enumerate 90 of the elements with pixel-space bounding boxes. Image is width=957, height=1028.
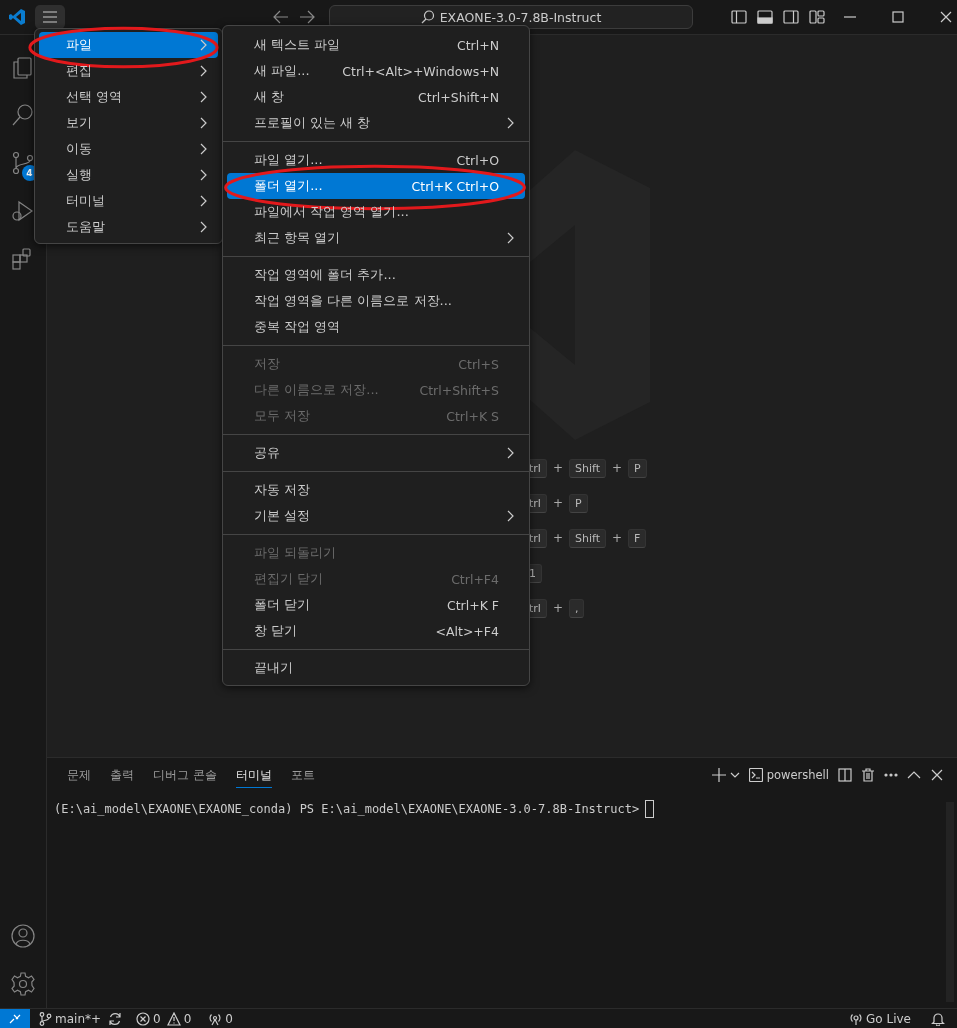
chevron-down-icon[interactable]	[729, 772, 740, 778]
chevron-right-icon	[200, 143, 208, 155]
chevron-right-icon	[200, 117, 208, 129]
terminal-cursor	[645, 800, 655, 818]
run-debug-icon[interactable]	[11, 199, 35, 223]
menu-item[interactable]: 중복 작업 영역	[227, 314, 525, 340]
menu-item[interactable]: 새 텍스트 파일 Ctrl+N	[227, 32, 525, 58]
go-live-button[interactable]: Go Live	[849, 1011, 911, 1026]
menu-item[interactable]: 터미널	[39, 188, 218, 214]
menu-item[interactable]: 창 닫기 <Alt>+F4	[227, 618, 525, 644]
menu-item[interactable]: 도움말	[39, 214, 218, 240]
plus-sign: +	[552, 531, 563, 545]
menu-item[interactable]: 보기	[39, 110, 218, 136]
ports-button[interactable]: 0	[208, 1011, 233, 1026]
menu-item[interactable]: 작업 영역에 폴더 추가...	[227, 262, 525, 288]
bell-icon[interactable]	[931, 1011, 945, 1026]
menu-item[interactable]: 실행	[39, 162, 218, 188]
command-search-field[interactable]: EXAONE-3.0-7.8B-Instruct	[329, 5, 693, 29]
arrow-right-icon[interactable]	[299, 10, 315, 24]
split-icon[interactable]	[838, 768, 852, 782]
chevron-right-icon	[200, 39, 208, 51]
problems-button[interactable]: 0 0	[136, 1011, 192, 1026]
panel-tab[interactable]: 포트	[290, 762, 315, 788]
plus-sign: +	[612, 531, 623, 545]
secondary-sidebar-layout-icon[interactable]	[783, 10, 799, 24]
branch-button[interactable]: main*+	[39, 1011, 102, 1026]
menu-item[interactable]: 파일	[39, 32, 218, 58]
menu-button[interactable]	[35, 5, 65, 29]
plus-sign: +	[552, 601, 563, 615]
chevron-right-icon	[200, 221, 208, 233]
trash-icon[interactable]	[861, 768, 875, 782]
branch-icon[interactable]	[11, 151, 35, 175]
panel-tab[interactable]: 터미널	[235, 762, 272, 788]
plus-sign: +	[552, 461, 563, 475]
plus-icon[interactable]	[711, 768, 726, 782]
key-cap: Shift	[568, 458, 606, 478]
menu-item[interactable]: 새 창 Ctrl+Shift+N	[227, 84, 525, 110]
terminal-prompt: (E:\ai_model\EXAONE\EXAONE_conda) PS E:\ai_model\EXAONE\EXAONE-3.0-7.8B-Instruct>	[54, 802, 640, 816]
key-cap: P	[628, 458, 647, 478]
files-icon[interactable]	[11, 55, 35, 79]
close-icon[interactable]	[939, 10, 953, 24]
terminal-profile-button[interactable]: powershell	[748, 768, 829, 782]
plus-sign: +	[612, 461, 623, 475]
key-cap: ,	[568, 598, 585, 618]
chevron-right-icon	[200, 65, 208, 77]
menu-item[interactable]: 공유	[227, 440, 525, 466]
menu-item[interactable]: 선택 영역	[39, 84, 218, 110]
remote-button[interactable]	[0, 1009, 30, 1028]
warning-icon	[166, 1011, 181, 1026]
panel-tab[interactable]: 문제	[67, 762, 91, 788]
menu-item[interactable]: 최근 항목 열기	[227, 225, 525, 251]
search-icon	[420, 10, 435, 24]
chevron-right-icon	[200, 169, 208, 181]
chevron-right-icon	[200, 91, 208, 103]
broadcast-icon	[849, 1011, 864, 1026]
key-cap: Shift	[568, 528, 606, 548]
account-icon[interactable]	[11, 924, 35, 948]
error-icon	[136, 1011, 151, 1026]
panel-layout-icon[interactable]	[757, 10, 773, 24]
remote-icon	[9, 1013, 21, 1024]
menu-item[interactable]: 편집	[39, 58, 218, 84]
key-cap: P	[568, 493, 588, 513]
menu-item[interactable]: 새 파일... Ctrl+<Alt>+Windows+N	[227, 58, 525, 84]
maximize-icon[interactable]	[891, 10, 905, 24]
plus-sign: +	[552, 496, 563, 510]
app-logo-icon	[9, 8, 25, 26]
panel-tab[interactable]: 디버그 콘솔	[153, 762, 217, 788]
menu-item[interactable]: 끝내기	[227, 655, 525, 681]
menu-item[interactable]: 자동 저장	[227, 477, 525, 503]
key-cap: F	[628, 528, 647, 548]
close-icon[interactable]	[930, 768, 944, 782]
chevron-right-icon	[200, 195, 208, 207]
menu-item[interactable]: 파일 열기... Ctrl+O	[227, 147, 525, 173]
menu-item[interactable]: 폴더 열기... Ctrl+K Ctrl+O	[227, 173, 525, 199]
menu-item[interactable]: 이동	[39, 136, 218, 162]
settings-icon[interactable]	[11, 972, 35, 996]
customize-layout-icon[interactable]	[809, 10, 825, 24]
menu-item[interactable]: 기본 설정	[227, 503, 525, 529]
panel-tab[interactable]: 출력	[110, 762, 134, 788]
search-icon[interactable]	[11, 103, 35, 127]
menu-item[interactable]: 작업 영역을 다른 이름으로 저장...	[227, 288, 525, 314]
menu-item[interactable]: 프로필이 있는 새 창	[227, 110, 525, 136]
terminal-icon	[748, 768, 763, 782]
branch-icon	[39, 1011, 52, 1026]
sidebar-layout-icon[interactable]	[731, 10, 747, 24]
arrow-left-icon[interactable]	[273, 10, 289, 24]
menu-icon	[42, 10, 58, 24]
sync-icon[interactable]	[108, 1011, 123, 1026]
menu-item[interactable]: 폴더 닫기 Ctrl+K F	[227, 592, 525, 618]
broadcast-icon	[208, 1011, 223, 1026]
